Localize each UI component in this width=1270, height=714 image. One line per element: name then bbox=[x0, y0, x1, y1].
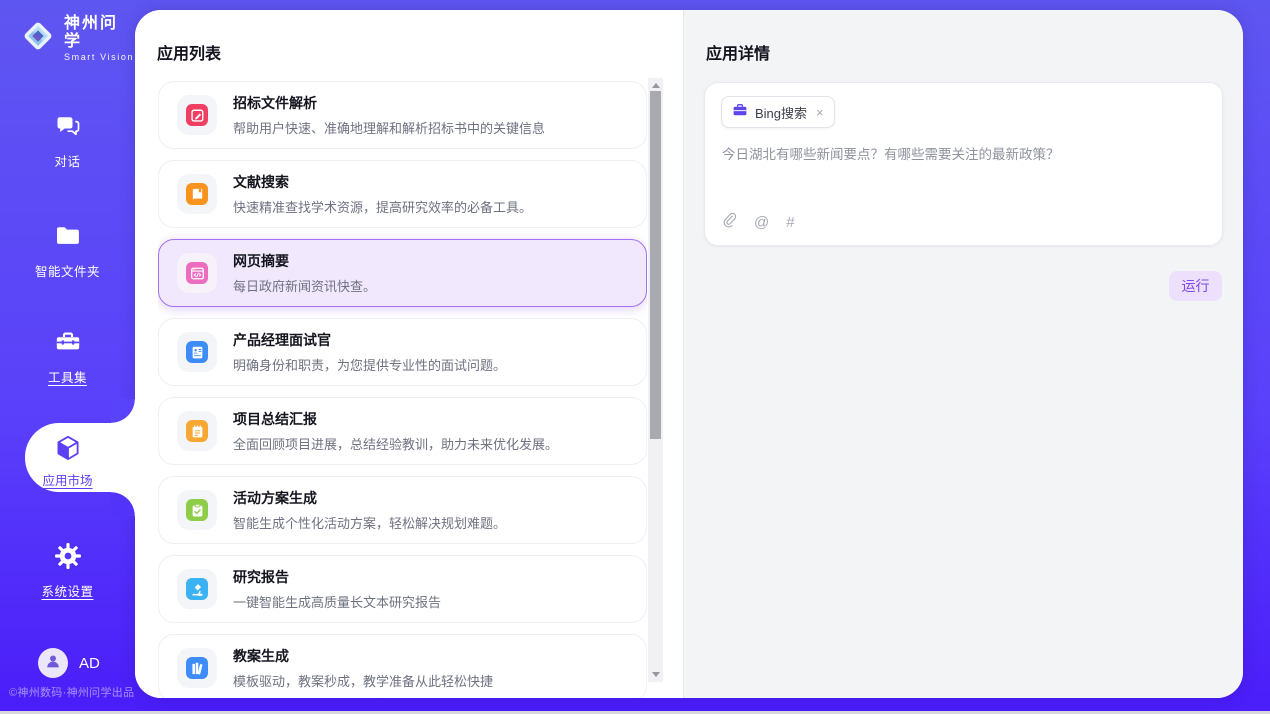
sidebar-item-smart-folders[interactable]: 智能文件夹 bbox=[0, 222, 135, 280]
run-button[interactable]: 运行 bbox=[1169, 271, 1222, 301]
app-desc: 全面回顾项目进展，总结经验教训，助力未来优化发展。 bbox=[233, 434, 558, 453]
paperclip-icon[interactable] bbox=[722, 212, 737, 232]
sidebar-item-label: 系统设置 bbox=[0, 581, 135, 600]
microscope-icon bbox=[186, 578, 208, 600]
app-card[interactable]: 招标文件解析 帮助用户快速、准确地理解和解析招标书中的关键信息 bbox=[158, 81, 647, 149]
app-desc: 帮助用户快速、准确地理解和解析招标书中的关键信息 bbox=[233, 118, 545, 137]
sidebar-item-label: 智能文件夹 bbox=[0, 261, 135, 280]
window-frame: 应用列表 招标文件解析 帮助用户快速、准确地理解和解析招标书中的关键信息 文献搜… bbox=[0, 0, 1270, 711]
edit-document-icon bbox=[186, 104, 208, 126]
avatar bbox=[38, 648, 68, 678]
tool-tag-label: Bing搜索 bbox=[755, 103, 807, 122]
user-account[interactable]: AD bbox=[38, 648, 100, 678]
scrollbar[interactable] bbox=[648, 78, 663, 682]
app-name: 产品经理面试官 bbox=[233, 330, 506, 350]
briefcase-icon bbox=[732, 102, 748, 123]
app-list-panel: 应用列表 招标文件解析 帮助用户快速、准确地理解和解析招标书中的关键信息 文献搜… bbox=[135, 10, 683, 698]
app-name: 教案生成 bbox=[233, 646, 493, 666]
clipboard-check-icon bbox=[186, 499, 208, 521]
hash-icon[interactable]: # bbox=[786, 215, 794, 230]
sidebar-item-label: 工具集 bbox=[0, 367, 135, 386]
tab-notch-bottom bbox=[111, 492, 135, 516]
app-desc: 一键智能生成高质量长文本研究报告 bbox=[233, 592, 441, 611]
app-desc: 智能生成个性化活动方案，轻松解决规划难题。 bbox=[233, 513, 506, 532]
app-desc: 每日政府新闻资讯快查。 bbox=[233, 276, 376, 295]
app-card[interactable]: 活动方案生成 智能生成个性化活动方案，轻松解决规划难题。 bbox=[158, 476, 647, 544]
toolbox-icon bbox=[54, 328, 82, 356]
sidebar-item-settings[interactable]: 系统设置 bbox=[0, 542, 135, 600]
app-card[interactable]: 产品经理面试官 明确身份和职责，为您提供专业性的面试问题。 bbox=[158, 318, 647, 386]
app-card-list: 招标文件解析 帮助用户快速、准确地理解和解析招标书中的关键信息 文献搜索 快速精… bbox=[158, 81, 647, 698]
book-icon bbox=[186, 183, 208, 205]
app-desc: 模板驱动，教案秒成，教学准备从此轻松快捷 bbox=[233, 671, 493, 690]
brand-logo: 神州问学 Smart Vision bbox=[20, 15, 135, 62]
sidebar-item-chat[interactable]: 对话 bbox=[0, 112, 135, 170]
app-name: 研究报告 bbox=[233, 567, 441, 587]
app-detail-panel: 应用详情 Bing搜索 × 今日湖北有哪些新闻要点？有哪些需要关注的最新政策？ … bbox=[683, 10, 1243, 698]
app-card[interactable]: 文献搜索 快速精准查找学术资源，提高研究效率的必备工具。 bbox=[158, 160, 647, 228]
app-card[interactable]: 项目总结汇报 全面回顾项目进展，总结经验教训，助力未来优化发展。 bbox=[158, 397, 647, 465]
sidebar-item-toolset[interactable]: 工具集 bbox=[0, 328, 135, 386]
scroll-up-icon[interactable] bbox=[652, 83, 660, 88]
gear-icon bbox=[54, 542, 82, 570]
books-icon bbox=[186, 657, 208, 679]
app-name: 项目总结汇报 bbox=[233, 409, 558, 429]
gem-logo-icon bbox=[20, 18, 56, 59]
content-area: 应用列表 招标文件解析 帮助用户快速、准确地理解和解析招标书中的关键信息 文献搜… bbox=[135, 10, 1243, 698]
app-icon-tile bbox=[177, 332, 217, 372]
app-icon-tile bbox=[177, 648, 217, 688]
notepad-icon bbox=[186, 420, 208, 442]
sidebar: 神州问学 Smart Vision 对话 智能文件夹 工具集 bbox=[0, 0, 135, 711]
attachment-toolbar: @ # bbox=[722, 212, 795, 232]
app-icon-tile bbox=[177, 253, 217, 293]
app-icon-tile bbox=[177, 174, 217, 214]
app-detail-title: 应用详情 bbox=[706, 40, 770, 64]
person-icon bbox=[44, 652, 62, 675]
prompt-input[interactable]: 今日湖北有哪些新闻要点？有哪些需要关注的最新政策？ bbox=[722, 145, 1206, 165]
app-card[interactable]: 网页摘要 每日政府新闻资讯快查。 bbox=[158, 239, 647, 307]
app-window: 应用列表 招标文件解析 帮助用户快速、准确地理解和解析招标书中的关键信息 文献搜… bbox=[0, 0, 1270, 714]
app-icon-tile bbox=[177, 95, 217, 135]
app-card[interactable]: 研究报告 一键智能生成高质量长文本研究报告 bbox=[158, 555, 647, 623]
app-desc: 明确身份和职责，为您提供专业性的面试问题。 bbox=[233, 355, 506, 374]
sidebar-item-label: 对话 bbox=[0, 151, 135, 170]
app-list-title: 应用列表 bbox=[157, 40, 221, 64]
app-icon-tile bbox=[177, 569, 217, 609]
tab-notch-top bbox=[111, 399, 135, 423]
resume-icon bbox=[186, 341, 208, 363]
prompt-card: Bing搜索 × 今日湖北有哪些新闻要点？有哪些需要关注的最新政策？ @ # bbox=[704, 82, 1223, 246]
app-desc: 快速精准查找学术资源，提高研究效率的必备工具。 bbox=[233, 197, 532, 216]
app-name: 活动方案生成 bbox=[233, 488, 506, 508]
at-mention-icon[interactable]: @ bbox=[754, 215, 769, 230]
tag-remove-icon[interactable]: × bbox=[816, 105, 824, 120]
copyright-text: ©神州数码·神州问学出品 bbox=[9, 684, 134, 700]
chat-icon bbox=[54, 112, 82, 140]
sidebar-item-label: 应用市场 bbox=[0, 470, 135, 489]
scrollbar-thumb[interactable] bbox=[650, 91, 661, 439]
cube-icon bbox=[54, 434, 82, 462]
app-name: 文献搜索 bbox=[233, 172, 532, 192]
folder-icon bbox=[54, 222, 82, 250]
brand-name: 神州问学 bbox=[64, 15, 135, 52]
app-name: 招标文件解析 bbox=[233, 93, 545, 113]
app-icon-tile bbox=[177, 411, 217, 451]
app-name: 网页摘要 bbox=[233, 251, 376, 271]
tool-tag-bing-search[interactable]: Bing搜索 × bbox=[721, 96, 835, 128]
scroll-down-icon[interactable] bbox=[652, 672, 660, 677]
app-icon-tile bbox=[177, 490, 217, 530]
brand-tagline: Smart Vision bbox=[64, 52, 135, 62]
user-name: AD bbox=[79, 655, 100, 672]
browser-code-icon bbox=[186, 262, 208, 284]
app-card[interactable]: 教案生成 模板驱动，教案秒成，教学准备从此轻松快捷 bbox=[158, 634, 647, 698]
sidebar-item-app-market[interactable]: 应用市场 bbox=[0, 423, 135, 489]
